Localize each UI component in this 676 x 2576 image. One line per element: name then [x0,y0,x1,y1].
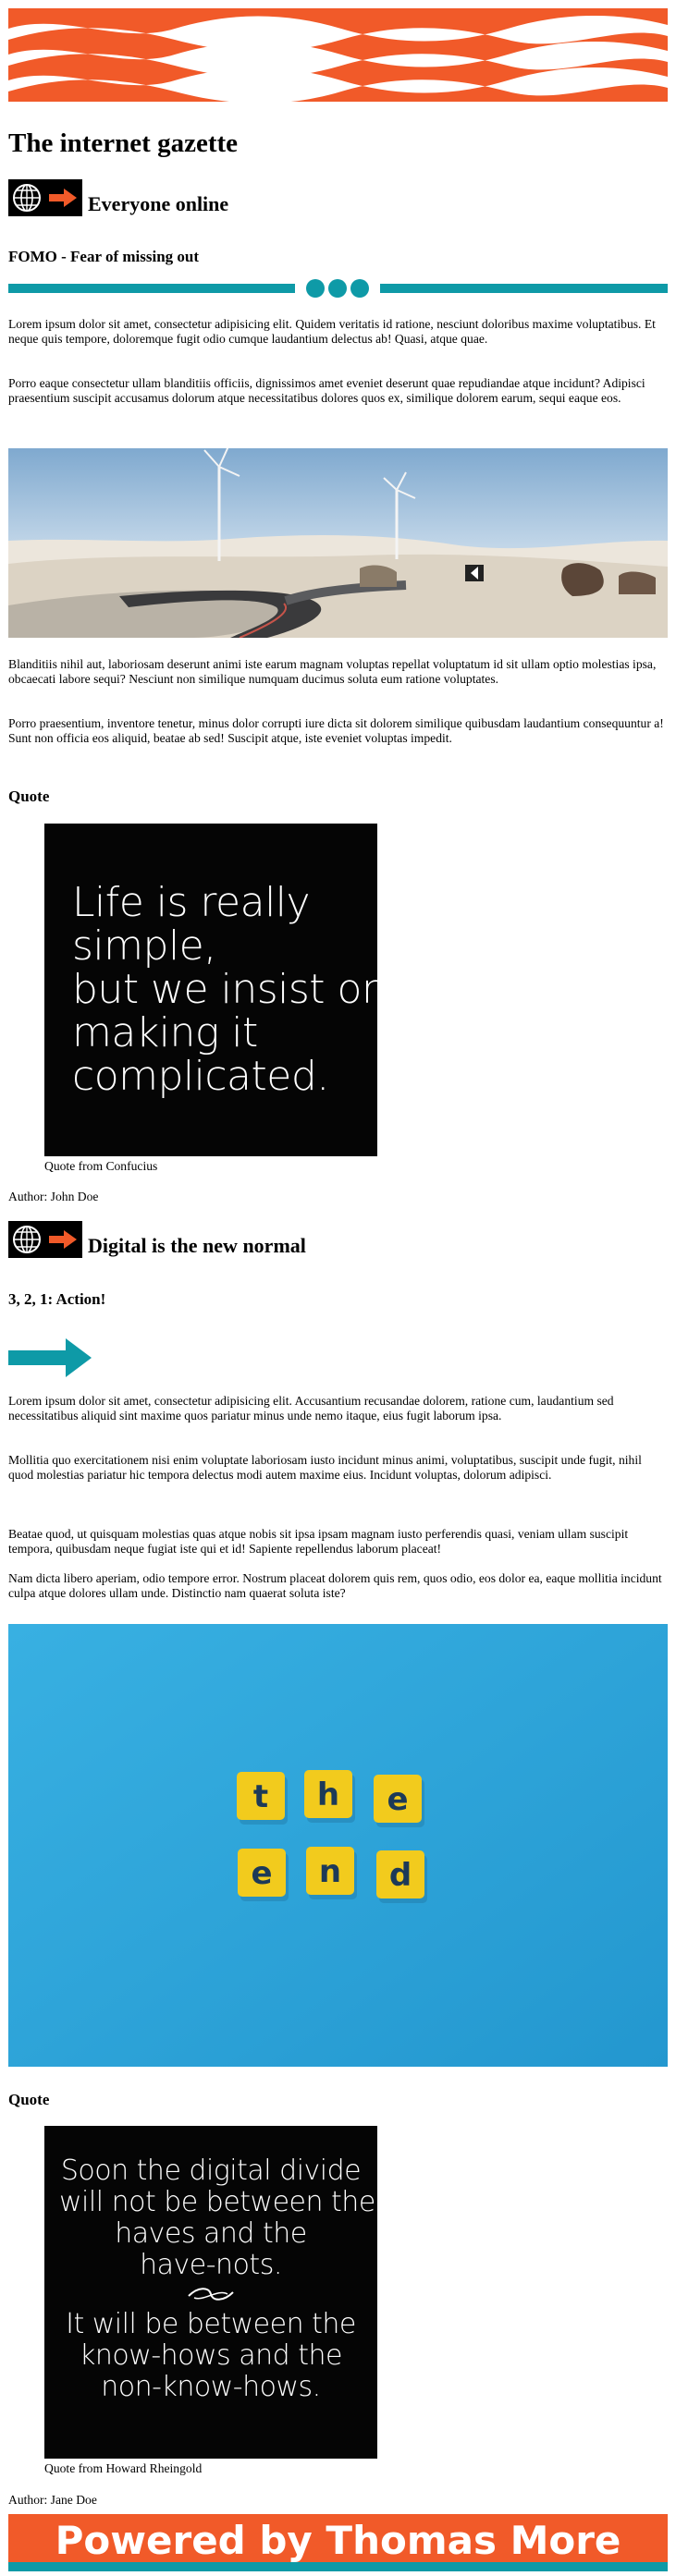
tiles-graphic: t h e e n d [8,1624,668,2067]
paragraph: Lorem ipsum dolor sit amet, consectetur … [8,1394,614,1422]
dots-divider [8,279,668,298]
quote-line: have-nots. [140,2249,282,2281]
quote-line: complicated. [72,1053,329,1100]
wave-banner [8,8,668,102]
swirl-ornament-icon [188,2288,234,2301]
the-end-tiles-photo: t h e e n d [8,1624,668,2067]
tile-letter: n [319,1853,341,1890]
paragraph: Nam dicta libero aperiam, odio tempore e… [8,1571,662,1600]
footer-stripe [8,2562,668,2571]
quote-line: simple, [72,922,216,970]
quote-caption: Quote from Howard Rheingold [44,2461,203,2475]
tile-letter: h [317,1776,339,1813]
paragraph: Porro praesentium, inventore tenetur, mi… [8,716,664,745]
paragraph: Mollitia quo exercitationem nisi enim vo… [8,1453,642,1482]
paragraph: Blanditiis nihil aut, laboriosam deserun… [8,657,657,686]
quote-line: know-hows and the [80,2339,342,2372]
arrow-right-icon [8,1338,92,1377]
section-subtitle: FOMO - Fear of missing out [8,248,200,265]
globe-arrow-icon [8,1221,82,1258]
footer-banner: Powered by Thomas More [8,2514,668,2568]
paragraph: Lorem ipsum dolor sit amet, consectetur … [8,317,656,346]
quote-line: Soon the digital divide [60,2155,362,2187]
paragraph: Porro eaque consectetur ullam blanditiis… [8,376,645,405]
quote-author: Author: John Doe [8,1190,99,1203]
section-header-everyone-online: Everyone online [8,179,228,216]
quote-heading: Quote [8,787,50,805]
quote-heading: Quote [8,2091,50,2108]
wind-turbine-landscape-photo [8,448,668,638]
quote-image-confucius: Life is really simple, but we insist on … [44,824,387,1156]
section-title: Digital is the new normal [88,1234,306,1257]
footer-text: Powered by Thomas More [55,2518,621,2563]
quote-line: It will be between the [66,2308,356,2340]
quote-image-rheingold: Soon the digital divide will not be betw… [44,2126,377,2459]
quote-author: Author: Jane Doe [8,2493,97,2507]
quote-line: will not be between the [59,2186,375,2218]
section-header-digital-normal: Digital is the new normal [8,1221,306,1258]
section-subtitle: 3, 2, 1: Action! [8,1290,106,1308]
tile-letter: e [251,1855,272,1892]
tile-letter: t [253,1778,268,1815]
section-title: Everyone online [88,192,229,215]
site-title: The internet gazette [8,128,239,158]
quote-line: but we insist on [72,966,387,1013]
tile-letter: d [389,1857,412,1894]
quote-line: non-know-hows. [101,2371,321,2403]
page: The internet gazette Everyone online FOM… [0,0,676,2576]
quote-caption: Quote from Confucius [44,1159,158,1173]
quote-line: making it [72,1009,258,1056]
quote-line: haves and the [115,2217,307,2250]
tile-letter: e [387,1781,408,1818]
paragraph: Beatae quod, ut quisquam molestias quas … [8,1527,629,1556]
quote-line: Life is really [72,879,311,926]
globe-arrow-icon [8,179,82,216]
